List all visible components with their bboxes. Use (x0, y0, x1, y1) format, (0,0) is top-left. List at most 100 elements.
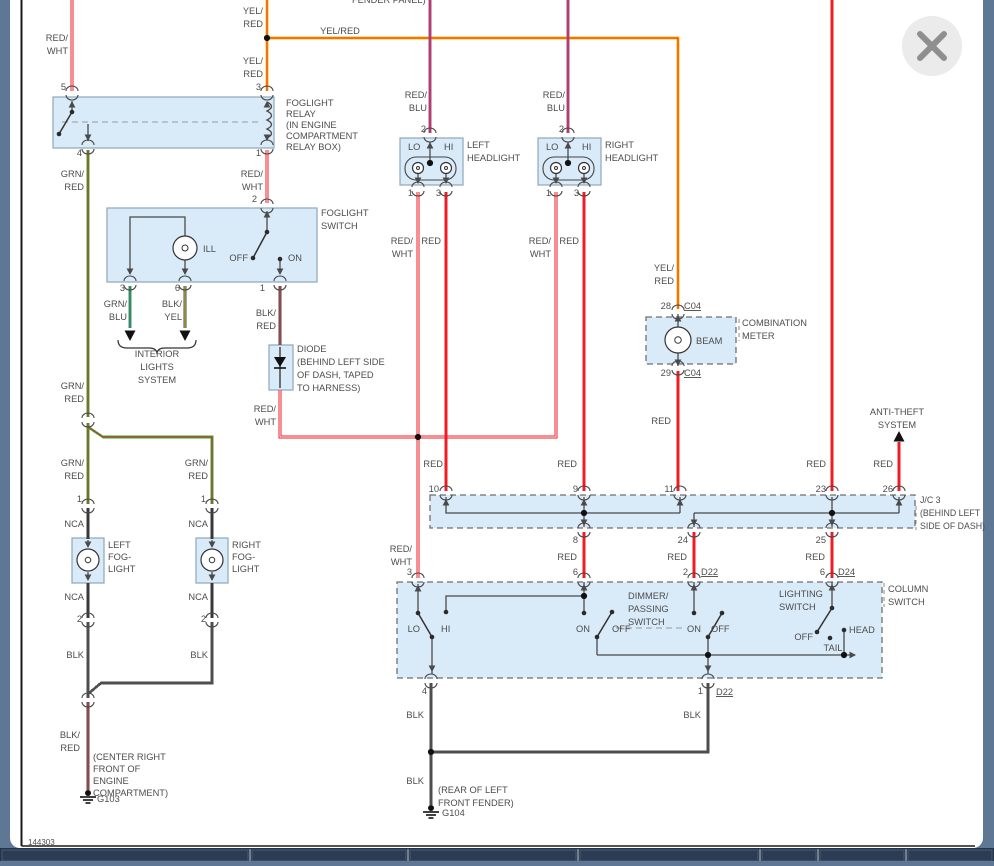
ground-icon (85, 790, 91, 796)
contact-dot (691, 610, 697, 616)
diagram-label: LIGHTING (779, 589, 823, 599)
diagram-label: 6 (820, 567, 825, 577)
diagram-label: YEL/ (243, 6, 264, 16)
bulb-icon (200, 548, 224, 572)
diagram-label: FOG- (108, 552, 131, 562)
diagram-label: G104 (442, 808, 465, 818)
bulb-icon (549, 161, 563, 175)
thumbnail-tile[interactable] (409, 849, 577, 862)
diagram-label: YEL/ (654, 263, 675, 273)
thumbnail-tile[interactable] (761, 849, 817, 862)
diagram-label: ON (288, 253, 302, 263)
diagram-label: 25 (816, 535, 826, 545)
diagram-label: BLK (406, 776, 424, 786)
diagram-label: 1 (408, 188, 413, 198)
diagram-label: BLU (409, 103, 427, 113)
diagram-label: RED (557, 552, 577, 562)
junction-dot (564, 159, 572, 167)
diagram-label: OFF (612, 624, 631, 634)
diagram-label: RED/ (543, 90, 566, 100)
diagram-label: RED (243, 69, 263, 79)
bulb-icon (76, 548, 100, 572)
diagram-label: 29 (661, 368, 671, 378)
contact-dot (250, 255, 256, 261)
contact-dot (56, 131, 62, 137)
close-button[interactable] (902, 16, 962, 76)
diagram-label: 9 (573, 484, 578, 494)
thumbnail-tile[interactable] (819, 849, 905, 862)
junction-dot (580, 509, 588, 517)
diagram-label: C04 (684, 368, 701, 378)
diagram-label: 26 (883, 484, 893, 494)
diagram-label: 3 (574, 188, 579, 198)
diagram-label: 3 (436, 188, 441, 198)
diagram-label: RED (64, 471, 84, 481)
contact-dot (841, 627, 847, 633)
diagram-label: RED/ (46, 33, 69, 43)
diagram-label: LEFT (467, 140, 490, 150)
diagram-label: RED (654, 276, 674, 286)
diagram-label: RED (873, 459, 893, 469)
diagram-label: HEADLIGHT (605, 153, 659, 163)
diagram-label: D22 (701, 567, 718, 577)
diagram-label: SWITCH (888, 597, 925, 607)
diagram-label: YEL/ (243, 56, 264, 66)
contact-dot (594, 634, 600, 640)
diagram-label: NCA (64, 592, 84, 602)
diagram-label: SWITCH (321, 221, 358, 231)
diagram-label: RED/ (405, 90, 428, 100)
contact-dot (827, 635, 833, 641)
diagram-label: RED/ (391, 236, 414, 246)
junction-dot (414, 433, 422, 441)
diagram-label: PASSING (628, 604, 669, 614)
diagram-label: 3 (120, 283, 125, 293)
junction-dot (580, 592, 588, 600)
diagram-label: LEFT (108, 540, 131, 550)
diagram-label: GRN/ (185, 458, 209, 468)
diagram-label: YEL (164, 312, 182, 322)
diagram-label: 1 (256, 148, 261, 158)
diagram-label: OF DASH, TAPED (297, 370, 374, 380)
contact-dot (719, 610, 725, 616)
diagram-label: METER (742, 331, 775, 341)
diagram-label: J/C 3 (920, 495, 941, 505)
diagram-label: 11 (664, 484, 674, 494)
diagram-label: RED (60, 743, 80, 753)
diagram-label: DIODE (297, 344, 326, 354)
diagram-label: 2 (559, 124, 564, 134)
thumbnail-tile[interactable] (251, 849, 407, 862)
bulb-icon (172, 235, 198, 261)
diagram-label: RELAY (286, 109, 316, 119)
diagram-label: RED (64, 394, 84, 404)
diagram-label: 2 (201, 614, 206, 624)
diagram-label: FOGLIGHT (286, 98, 334, 108)
diagram-label: ON (576, 624, 590, 634)
diagram-label: COMPARTMENT (286, 131, 358, 141)
junction-dot (263, 34, 271, 42)
diagram-label: 1 (77, 494, 82, 504)
diagram-label: BLK (683, 710, 701, 720)
diagram-label: RED (805, 552, 825, 562)
diagram-label: 4 (77, 148, 82, 158)
diagram-label: 10 (429, 484, 439, 494)
thumbnail-tile[interactable] (579, 849, 759, 862)
bulb-icon (664, 326, 692, 354)
diagram-label: RED (243, 19, 263, 29)
thumbnail-tile[interactable] (907, 849, 993, 862)
contact-dot (581, 610, 587, 616)
diagram-label: RED (423, 459, 443, 469)
diagram-label: RELAY BOX) (286, 142, 341, 152)
diagram-label: OFF (711, 624, 730, 634)
diagram-label: 2 (252, 194, 257, 204)
contact-dot (264, 229, 270, 235)
diagram-label: NCA (188, 592, 208, 602)
contact-dot (415, 610, 421, 616)
diagram-label: LO (408, 142, 420, 152)
diagram-label: BLK (190, 650, 208, 660)
diagram-label: TAIL (824, 643, 843, 653)
thumbnail-tile[interactable] (1, 849, 249, 862)
diagram-label: ENGINE (93, 776, 129, 786)
contact-dot (277, 256, 283, 262)
diagram-label: RED/ (529, 236, 552, 246)
diagram-label: (BEHIND LEFT SIDE (297, 357, 385, 367)
